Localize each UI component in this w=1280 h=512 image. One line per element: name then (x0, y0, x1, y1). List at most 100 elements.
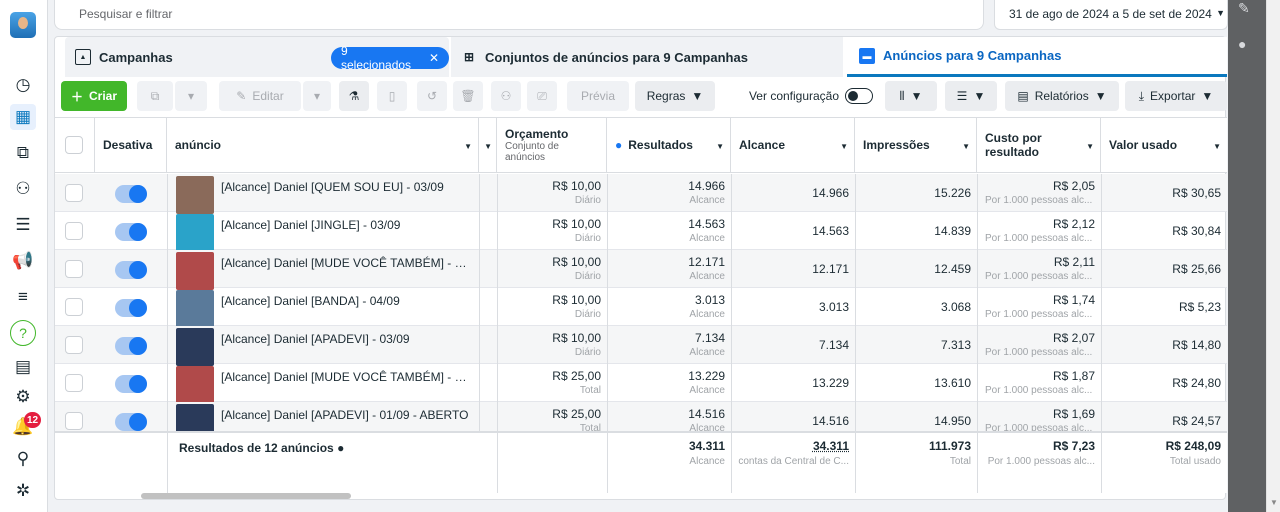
table-row[interactable]: [Alcance] Daniel [MUDE VOCÊ TAMBÉM] - 0.… (55, 364, 1227, 404)
scroll-down-arrow[interactable]: ▼ (1270, 498, 1278, 507)
settings-icon[interactable]: ⚙ (10, 384, 36, 410)
header-toggle[interactable]: Desativa (95, 118, 167, 172)
table-row[interactable]: [Alcance] Daniel [QUEM SOU EU] - 03/09 R$… (55, 174, 1227, 214)
horizontal-scrollbar[interactable] (141, 493, 351, 499)
row-active-toggle[interactable] (115, 185, 147, 203)
ab-test-button[interactable]: ⚗ (339, 81, 369, 111)
row-active-toggle[interactable] (115, 223, 147, 241)
ad-name[interactable]: [Alcance] Daniel [APADEVI] - 01/09 - ABE… (221, 408, 469, 422)
header-results[interactable]: ● Resultados ▼ (607, 118, 731, 172)
ad-thumbnail[interactable] (176, 252, 214, 290)
table-row[interactable]: [Alcance] Daniel [APADEVI] - 03/09 R$ 10,… (55, 326, 1227, 366)
date-range-picker[interactable]: 31 de ago de 2024 a 5 de set de 2024 ▼ (994, 0, 1228, 30)
bug-icon[interactable]: ✲ (10, 478, 36, 504)
footer-reach-value[interactable]: 34.311 (813, 439, 849, 453)
audience-icon[interactable]: ⚇ (10, 176, 36, 202)
table-row[interactable]: [Alcance] Daniel [JINGLE] - 03/09 R$ 10,0… (55, 212, 1227, 252)
rules-button[interactable]: Regras ▼ (635, 81, 715, 111)
menu-icon[interactable]: ≡ (10, 284, 36, 310)
tab-campaigns[interactable]: ▲ Campanhas 9 selecionados ✕ (65, 37, 449, 77)
tab-ads[interactable]: ▬ Anúncios para 9 Campanhas (847, 37, 1227, 77)
ad-name[interactable]: [Alcance] Daniel [MUDE VOCÊ TAMBÉM] - 0.… (221, 370, 469, 384)
budget-type: Diário (574, 347, 601, 358)
search-input[interactable]: Pesquisar e filtrar (54, 0, 984, 30)
view-config-toggle[interactable]: Ver configuração (743, 81, 879, 111)
edit-dropdown[interactable]: ▾ (303, 81, 331, 111)
row-checkbox[interactable] (65, 336, 83, 354)
table-row[interactable]: [Alcance] Daniel [MUDE VOCÊ TAMBÉM] - 0.… (55, 250, 1227, 290)
ad-thumbnail[interactable] (176, 214, 214, 252)
edit-button[interactable]: ✎ Editar (219, 81, 301, 111)
ad-name[interactable]: [Alcance] Daniel [APADEVI] - 03/09 (221, 332, 469, 346)
selected-pill[interactable]: 9 selecionados ✕ (331, 44, 449, 72)
chevron-down-icon: ▾ (313, 89, 321, 103)
row-active-toggle[interactable] (115, 299, 147, 317)
header-reach-label: Alcance (739, 138, 786, 152)
clipboard-button[interactable]: ▯ (377, 81, 407, 111)
spent-cell: R$ 5,23 (1101, 288, 1227, 326)
row-checkbox[interactable] (65, 298, 83, 316)
breakdown-button[interactable]: ☰ ▼ (945, 81, 997, 111)
export-button[interactable]: ⤓ Exportar ▼ (1125, 81, 1227, 111)
columns-button[interactable]: ⫴ ▼ (885, 81, 937, 111)
info-icon[interactable]: ● (337, 441, 344, 455)
duplicate-button[interactable]: ⧉ (137, 81, 173, 111)
chevron-down-icon[interactable]: ▼ (484, 142, 492, 151)
pages-icon[interactable]: ⧉ (10, 140, 36, 166)
row-active-toggle[interactable] (115, 261, 147, 279)
duplicate-dropdown[interactable]: ▾ (175, 81, 207, 111)
tab-adsets[interactable]: ⊞ Conjuntos de anúncios para 9 Campanhas (451, 37, 843, 77)
comment-button[interactable]: ⎚ (527, 81, 557, 111)
row-checkbox[interactable] (65, 260, 83, 278)
header-select-all[interactable] (55, 118, 95, 172)
dashboard-icon[interactable]: ◷ (10, 72, 36, 98)
row-active-toggle[interactable] (115, 413, 147, 431)
table-row[interactable]: [Alcance] Daniel [BANDA] - 04/09 R$ 10,00… (55, 288, 1227, 328)
close-icon[interactable]: ✕ (429, 51, 439, 65)
reports-button[interactable]: ▤ Relatórios ▼ (1005, 81, 1119, 111)
ad-name[interactable]: [Alcance] Daniel [QUEM SOU EU] - 03/09 (221, 180, 469, 194)
spent-cell: R$ 30,65 (1101, 174, 1227, 212)
catalog-icon[interactable]: ☰ (10, 212, 36, 238)
header-impressions[interactable]: Impressões ▼ (855, 118, 977, 172)
ad-name[interactable]: [Alcance] Daniel [BANDA] - 04/09 (221, 294, 469, 308)
info-icon[interactable]: ● (615, 138, 622, 152)
megaphone-icon[interactable]: 📢 (10, 248, 36, 274)
delete-button[interactable]: 🗑 (453, 81, 483, 111)
row-checkbox[interactable] (65, 412, 83, 430)
row-active-toggle[interactable] (115, 375, 147, 393)
view-config-switch[interactable] (845, 88, 874, 104)
vertical-scrollbar[interactable]: ▼ (1266, 0, 1280, 512)
header-name[interactable]: anúncio ▼ (167, 118, 479, 172)
audience-button[interactable]: ⚇ (491, 81, 521, 111)
account-avatar[interactable] (10, 12, 36, 38)
ad-thumbnail[interactable] (176, 176, 214, 214)
table-icon[interactable]: ▦ (10, 104, 36, 130)
ad-thumbnail[interactable] (176, 290, 214, 328)
ad-name[interactable]: [Alcance] Daniel [MUDE VOCÊ TAMBÉM] - 0.… (221, 256, 469, 270)
help-icon[interactable]: ? (10, 320, 36, 346)
search-icon[interactable]: ⚲ (10, 446, 36, 472)
select-all-checkbox[interactable] (65, 136, 83, 154)
news-icon[interactable]: ▤ (10, 354, 36, 380)
budget-cell: R$ 10,00 Diário (497, 250, 607, 288)
ad-thumbnail[interactable] (176, 366, 214, 404)
row-checkbox[interactable] (65, 184, 83, 202)
chevron-down-icon: ▼ (840, 142, 848, 151)
ad-thumbnail[interactable] (176, 328, 214, 366)
create-button[interactable]: ＋ Criar (61, 81, 127, 111)
header-cost[interactable]: Custo por resultado ▼ (977, 118, 1101, 172)
preview-button[interactable]: Prévia (567, 81, 629, 111)
edit-icon[interactable]: ✎ (1238, 0, 1250, 17)
folder-icon: ▲ (75, 49, 91, 65)
row-checkbox[interactable] (65, 222, 83, 240)
row-active-toggle[interactable] (115, 337, 147, 355)
header-reach[interactable]: Alcance ▼ (731, 118, 855, 172)
budget-value: R$ 10,00 (552, 293, 601, 307)
header-budget[interactable]: Orçamento Conjunto de anúncios (497, 118, 607, 172)
row-checkbox[interactable] (65, 374, 83, 392)
ad-name[interactable]: [Alcance] Daniel [JINGLE] - 03/09 (221, 218, 469, 232)
header-spent[interactable]: Valor usado ▼ (1101, 118, 1227, 172)
undo-button[interactable]: ↺ (417, 81, 447, 111)
history-icon[interactable]: ● (1238, 36, 1246, 52)
